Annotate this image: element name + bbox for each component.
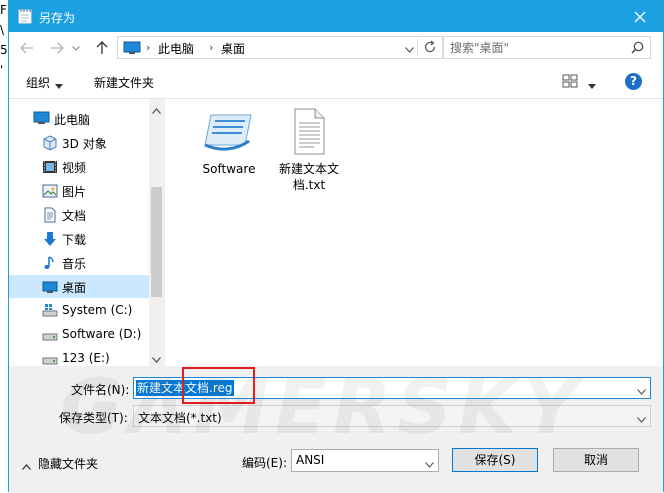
scrollbar-thumb[interactable] [151,187,162,297]
sidebar-item-videos[interactable]: 视频 [9,155,149,178]
sidebar-item-documents[interactable]: 文档 [9,203,149,226]
command-toolbar: 组织 新建文件夹 ? [9,64,663,99]
sidebar-item-desktop[interactable]: 桌面 [9,275,149,298]
sidebar-item-label: 音乐 [62,257,87,271]
divider [417,39,418,56]
encoding-label: 编码(E): [242,456,287,470]
file-name-line: 档.txt [292,178,326,192]
documents-icon [42,207,58,223]
filetype-dropdown-button[interactable] [637,412,646,426]
close-icon [634,11,646,22]
chevron-down-icon [405,47,414,53]
sidebar-item-software-d[interactable]: Software (D:) [9,323,149,346]
sidebar-item-label: Software (D:) [62,327,142,341]
caret-down-icon[interactable] [55,78,63,92]
sidebar-item-label: 图片 [62,185,87,199]
sidebar-item-system-c[interactable]: System (C:) [9,299,149,322]
file-list[interactable]: Software 新建文本文 档.txt [165,99,663,366]
chevron-down-icon[interactable] [425,457,434,471]
sidebar-item-label: 3D 对象 [62,137,107,151]
watermark: GAMERSKY [60,362,584,451]
sidebar-item-label: 桌面 [62,281,87,295]
back-button[interactable] [17,38,37,58]
breadcrumb-desktop[interactable]: 桌面 [221,40,245,57]
shortcut-icon [201,107,257,155]
encoding-select[interactable]: ANSI [291,449,439,472]
window-title: 另存为 [39,11,76,25]
chevron-down-icon [637,389,646,395]
help-icon: ? [630,74,637,88]
hide-folders-label: 隐藏文件夹 [38,457,99,471]
forward-button[interactable] [47,38,67,58]
titlebar[interactable]: 另存为 [9,1,663,32]
sidebar-item-pictures[interactable]: 图片 [9,179,149,202]
chevron-right-icon: › [146,41,151,54]
arrow-up-icon [96,41,108,54]
up-button[interactable] [92,38,112,58]
chevron-up-icon [22,459,31,473]
file-item-new-text-document[interactable]: 新建文本文 档.txt [269,107,349,193]
cancel-button[interactable]: 取消 [553,448,639,472]
video-icon [42,159,58,175]
pictures-icon [42,183,58,199]
save-button[interactable]: 保存(S) [452,448,538,472]
chevron-right-icon: › [209,41,214,54]
navigation-pane: 此电脑 3D 对象 视频 图片 文档 下载 音乐 桌面 System (C:) … [9,99,164,366]
filename-dropdown-button[interactable] [637,384,646,398]
refresh-button[interactable] [423,40,437,57]
address-bar[interactable]: › 此电脑 › 桌面 [117,36,443,59]
close-button[interactable] [617,1,663,32]
caret-down-icon[interactable] [588,78,596,92]
file-name: 新建文本文 档.txt [269,161,349,193]
encoding-value: ANSI [296,453,325,467]
search-box[interactable] [443,36,651,59]
sidebar-scrollbar[interactable] [149,99,164,366]
sidebar-item-this-pc[interactable]: 此电脑 [9,107,149,130]
pc-icon [33,111,50,127]
file-item-software[interactable]: Software [189,107,269,177]
breadcrumb-this-pc[interactable]: 此电脑 [158,40,194,57]
chevron-down-icon [72,45,80,51]
scroll-up-icon[interactable] [152,103,161,117]
highlight-box [182,367,255,404]
desktop-icon [42,279,58,295]
address-dropdown-button[interactable] [405,42,414,56]
navigation-bar: › 此电脑 › 桌面 [9,32,663,64]
notepad-icon [18,8,32,24]
organize-button[interactable]: 组织 [26,74,50,91]
sidebar-item-label: 下载 [62,233,87,247]
pc-icon [123,41,141,58]
new-folder-button[interactable]: 新建文件夹 [94,74,154,91]
sidebar-item-downloads[interactable]: 下载 [9,227,149,250]
help-button[interactable]: ? [625,73,642,90]
sidebar-item-label: 此电脑 [54,113,91,127]
text-file-icon [281,107,337,155]
sidebar-item-label: 文档 [62,209,87,223]
drive-icon [42,351,58,366]
windows-drive-icon [42,303,58,319]
drive-icon [42,327,58,343]
file-name: Software [202,162,256,176]
arrow-left-icon [20,42,33,54]
arrow-right-icon [51,42,64,54]
search-input[interactable] [450,39,620,56]
music-icon [42,255,58,271]
chevron-down-icon [637,417,646,423]
view-grid-icon [562,74,578,88]
search-icon[interactable] [631,41,644,57]
3d-objects-icon [42,135,58,151]
refresh-icon [424,40,436,53]
view-options-button[interactable] [562,74,578,91]
sidebar-item-3d-objects[interactable]: 3D 对象 [9,131,149,154]
recent-locations-button[interactable] [69,38,83,58]
file-name-line: 新建文本文 [278,162,339,176]
sidebar-item-label: System (C:) [62,303,133,317]
sidebar-item-label: 视频 [62,161,87,175]
sidebar-item-music[interactable]: 音乐 [9,251,149,274]
download-icon [42,231,58,247]
